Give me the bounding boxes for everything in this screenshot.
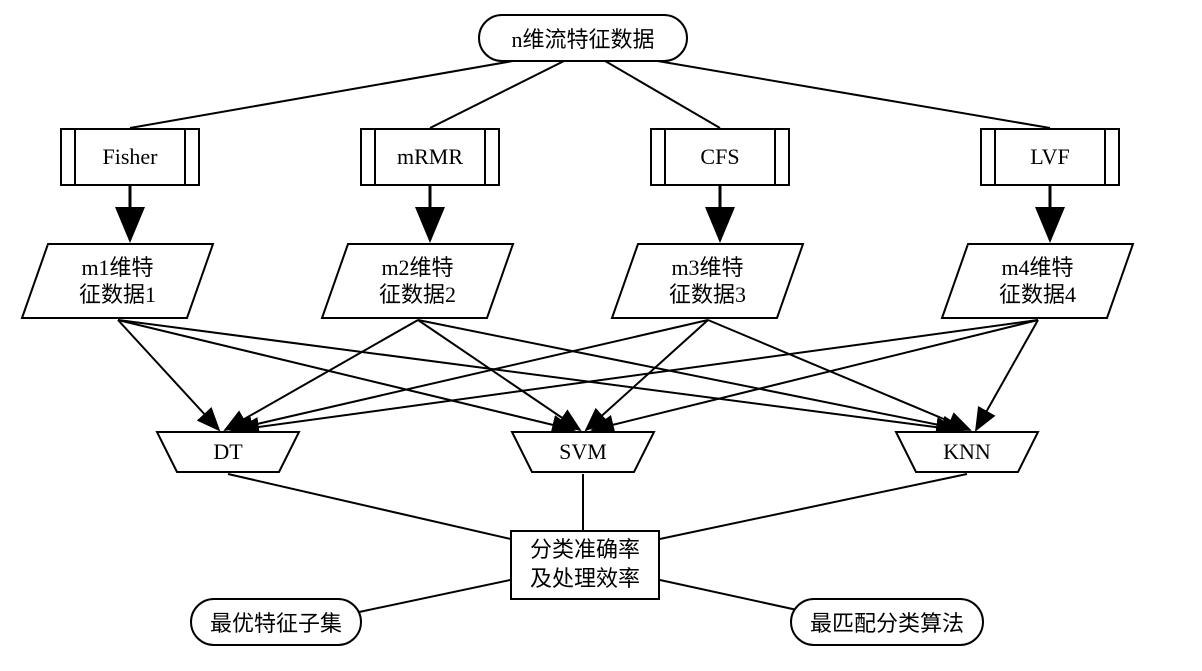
classifier-label: DT: [213, 439, 242, 465]
classifier-label: SVM: [559, 439, 607, 465]
result-line2: 及处理效率: [530, 565, 640, 594]
method-label: LVF: [1030, 144, 1070, 170]
method-cfs: CFS: [650, 128, 790, 186]
result-line1: 分类准确率: [530, 536, 640, 565]
feature-data-4: m4维特征数据4: [940, 242, 1135, 320]
feature-line1: m4维特: [1001, 254, 1073, 282]
result-box: 分类准确率 及处理效率: [510, 530, 660, 600]
feature-line1: m3维特: [671, 254, 743, 282]
method-label: CFS: [700, 144, 739, 170]
classifier-dt: DT: [155, 430, 301, 474]
feature-line1: m2维特: [381, 254, 453, 282]
feature-line2: 征数据4: [999, 281, 1076, 309]
classifier-label: KNN: [943, 439, 991, 465]
feature-data-1: m1维特征数据1: [20, 242, 215, 320]
method-lvf: LVF: [980, 128, 1120, 186]
input-data-node: n维流特征数据: [478, 14, 688, 62]
input-data-label: n维流特征数据: [511, 22, 654, 54]
output-right-label: 最匹配分类算法: [810, 606, 964, 638]
method-label: mRMR: [397, 144, 463, 170]
classifier-knn: KNN: [894, 430, 1040, 474]
feature-line2: 征数据2: [379, 281, 456, 309]
feature-data-3: m3维特征数据3: [610, 242, 805, 320]
output-best-subset: 最优特征子集: [190, 598, 362, 646]
method-mrmr: mRMR: [360, 128, 500, 186]
method-label: Fisher: [103, 144, 158, 170]
output-left-label: 最优特征子集: [210, 606, 342, 638]
feature-data-2: m2维特征数据2: [320, 242, 515, 320]
output-best-classifier: 最匹配分类算法: [790, 598, 984, 646]
feature-line2: 征数据3: [669, 281, 746, 309]
classifier-svm: SVM: [510, 430, 656, 474]
feature-line2: 征数据1: [79, 281, 156, 309]
feature-line1: m1维特: [81, 254, 153, 282]
method-fisher: Fisher: [60, 128, 200, 186]
